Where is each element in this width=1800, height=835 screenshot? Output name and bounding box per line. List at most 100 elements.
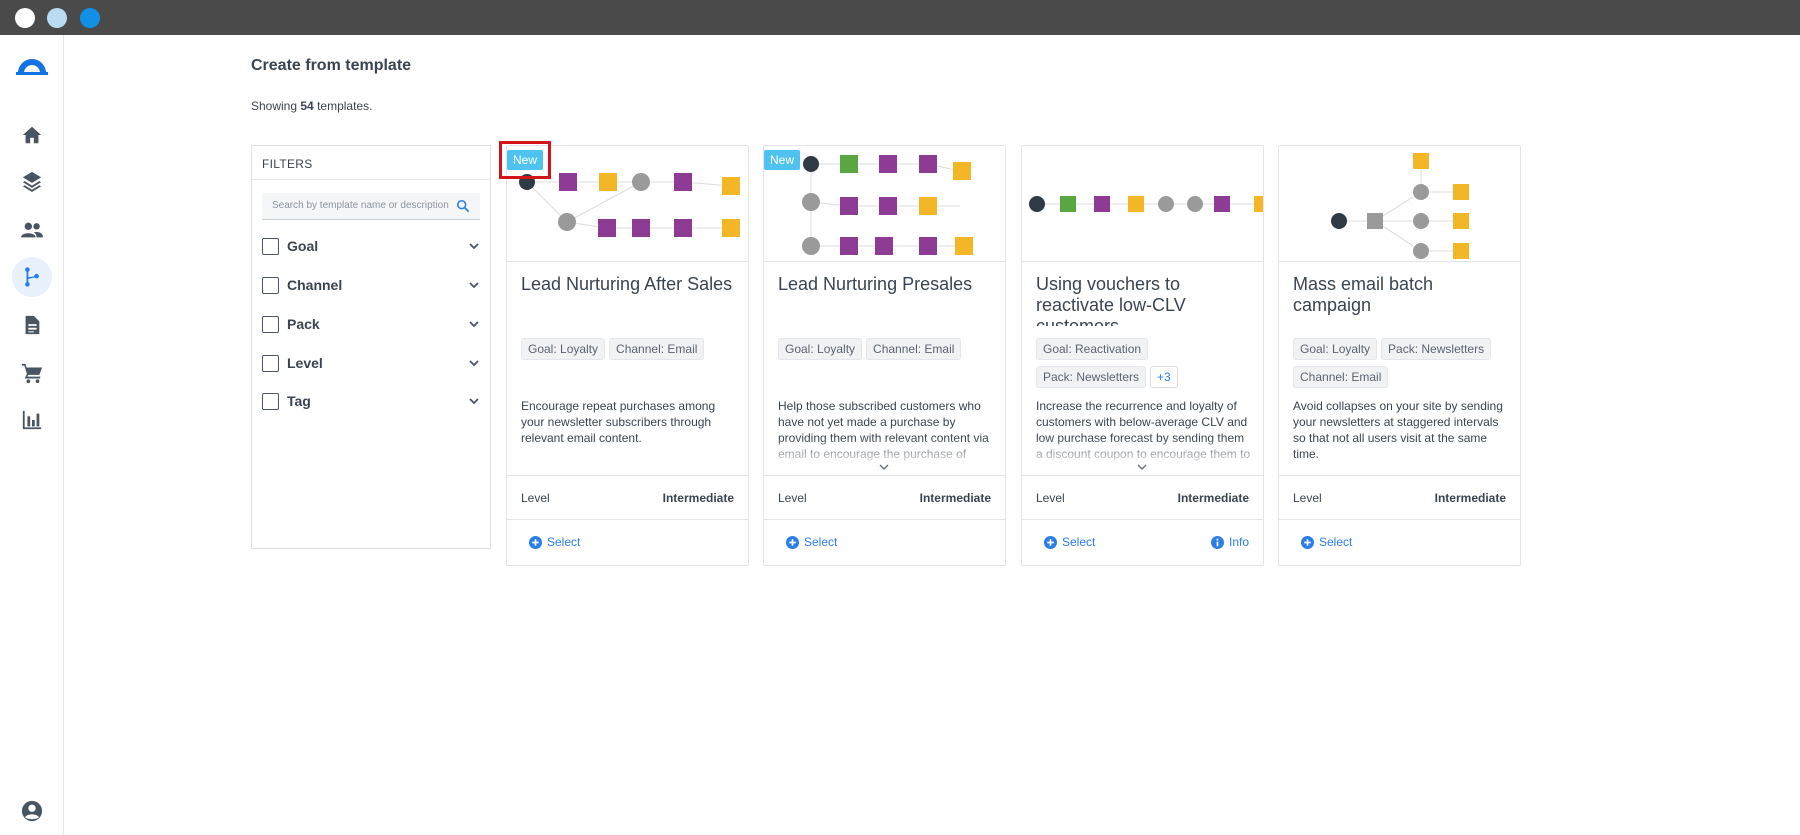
card-title: Lead Nurturing Presales	[778, 274, 973, 294]
select-label: Select	[1062, 535, 1096, 549]
sidebar-item-documents[interactable]	[12, 305, 52, 345]
template-search	[262, 193, 480, 220]
layers-icon	[22, 171, 42, 192]
card-tags: Goal: Reactivation Pack: Newsletters +3	[1036, 338, 1256, 394]
workflow-preview	[1022, 146, 1263, 262]
tag: Channel: Email	[609, 338, 705, 360]
template-card[interactable]: New Lead Nurturing After Sales Goal: Loy…	[499, 141, 749, 566]
sidebar	[0, 35, 64, 835]
tag: Goal: Loyalty	[1293, 338, 1378, 360]
card-description: Avoid collapses on your site by sending …	[1293, 399, 1503, 461]
home-icon	[22, 126, 42, 144]
sidebar-item-layers[interactable]	[12, 162, 52, 202]
window-minimize-dot[interactable]	[47, 8, 67, 28]
new-badge: New	[764, 150, 801, 170]
plus-circle-icon	[1044, 535, 1057, 549]
filters-header: FILTERS	[252, 146, 490, 180]
workflow-diagram	[1029, 196, 1263, 212]
plus-circle-icon	[786, 535, 799, 549]
plus-circle-icon	[529, 535, 542, 549]
chevron-down-icon[interactable]	[468, 279, 480, 291]
filter-channel[interactable]: Channel	[262, 273, 480, 297]
user-account-icon[interactable]	[21, 800, 43, 822]
level-label: Level	[1036, 491, 1065, 505]
template-search-input[interactable]	[262, 193, 452, 218]
plus-circle-icon	[1301, 535, 1314, 549]
chevron-down-icon[interactable]	[468, 318, 480, 330]
filter-tag-checkbox[interactable]	[262, 392, 279, 410]
template-card[interactable]: Using vouchers to reactivate low-CLV cus…	[1021, 145, 1264, 566]
sidebar-item-contacts[interactable]	[12, 210, 52, 250]
chevron-down-icon[interactable]	[468, 240, 480, 252]
select-button[interactable]: Select	[1301, 535, 1352, 549]
filter-channel-checkbox[interactable]	[262, 276, 279, 294]
page-title: Create from template	[251, 57, 412, 74]
window-maximize-dot[interactable]	[80, 8, 100, 28]
filter-tag[interactable]: Tag	[262, 389, 480, 413]
workflow-icon	[25, 267, 39, 287]
level-value: Intermediate	[662, 491, 734, 505]
card-level: Level Intermediate	[1279, 475, 1520, 520]
card-level: Level Intermediate	[1022, 475, 1263, 520]
window-titlebar	[0, 0, 1800, 35]
filter-pack-checkbox[interactable]	[262, 315, 279, 333]
highlight-box	[499, 141, 551, 179]
filter-goal-label: Goal	[287, 238, 319, 254]
info-button[interactable]: Info	[1210, 535, 1249, 549]
card-level: Level Intermediate	[764, 475, 1005, 520]
search-icon[interactable]	[456, 199, 470, 213]
chevron-down-icon[interactable]	[1136, 462, 1148, 472]
chevron-down-icon[interactable]	[468, 357, 480, 369]
tag: Channel: Email	[1293, 366, 1389, 388]
cart-icon	[21, 363, 43, 384]
level-label: Level	[521, 491, 550, 505]
chevron-down-icon[interactable]	[468, 395, 480, 407]
window-close-dot[interactable]	[15, 8, 35, 28]
filter-tag-label: Tag	[287, 393, 311, 409]
more-tags-button[interactable]: +3	[1150, 366, 1178, 388]
filter-level[interactable]: Level	[262, 351, 480, 375]
template-card[interactable]: Mass email batch campaign Goal: Loyalty P…	[1278, 145, 1521, 566]
sidebar-item-shop[interactable]	[12, 353, 52, 393]
level-value: Intermediate	[1177, 491, 1249, 505]
results-count-suffix: templates.	[313, 99, 373, 113]
filter-pack[interactable]: Pack	[262, 312, 480, 336]
select-button[interactable]: Select	[529, 535, 580, 549]
tag: Channel: Email	[866, 338, 962, 360]
card-tags: Goal: Loyalty Channel: Email	[521, 338, 741, 366]
tag: Goal: Reactivation	[1036, 338, 1149, 360]
select-label: Select	[547, 535, 581, 549]
card-title: Mass email batch campaign	[1293, 274, 1434, 315]
card-title: Using vouchers to reactivate low-CLV cus…	[1036, 274, 1186, 326]
bar-chart-icon	[22, 410, 42, 430]
app-logo-icon[interactable]	[16, 55, 48, 75]
filter-level-checkbox[interactable]	[262, 354, 279, 372]
sidebar-item-home[interactable]	[12, 115, 52, 155]
template-card[interactable]: New Lead Nurturing Presales Goal: Loyalt…	[763, 145, 1006, 566]
level-value: Intermediate	[1434, 491, 1506, 505]
card-level: Level Intermediate	[507, 475, 748, 520]
workflow-diagram	[1331, 153, 1469, 259]
sidebar-item-reports[interactable]	[12, 400, 52, 440]
level-label: Level	[778, 491, 807, 505]
filter-goal-checkbox[interactable]	[262, 237, 279, 255]
document-icon	[25, 315, 40, 335]
level-label: Level	[1293, 491, 1322, 505]
select-button[interactable]: Select	[1044, 535, 1095, 549]
select-label: Select	[1319, 535, 1353, 549]
workflow-preview: New	[764, 146, 1005, 262]
filters-panel: FILTERS Goal Channel Pack Level Tag	[251, 145, 491, 549]
workflow-preview	[1279, 146, 1520, 262]
select-button[interactable]: Select	[786, 535, 837, 549]
chevron-down-icon[interactable]	[878, 462, 890, 472]
filter-pack-label: Pack	[287, 316, 320, 332]
tag: Pack: Newsletters	[1381, 338, 1492, 360]
info-label: Info	[1228, 535, 1249, 549]
people-icon	[21, 222, 43, 238]
sidebar-item-automations[interactable]	[12, 257, 52, 297]
filter-channel-label: Channel	[287, 277, 343, 293]
filter-level-label: Level	[287, 355, 323, 371]
level-value: Intermediate	[919, 491, 991, 505]
results-count-prefix: Showing	[251, 99, 301, 113]
filter-goal[interactable]: Goal	[262, 234, 480, 258]
